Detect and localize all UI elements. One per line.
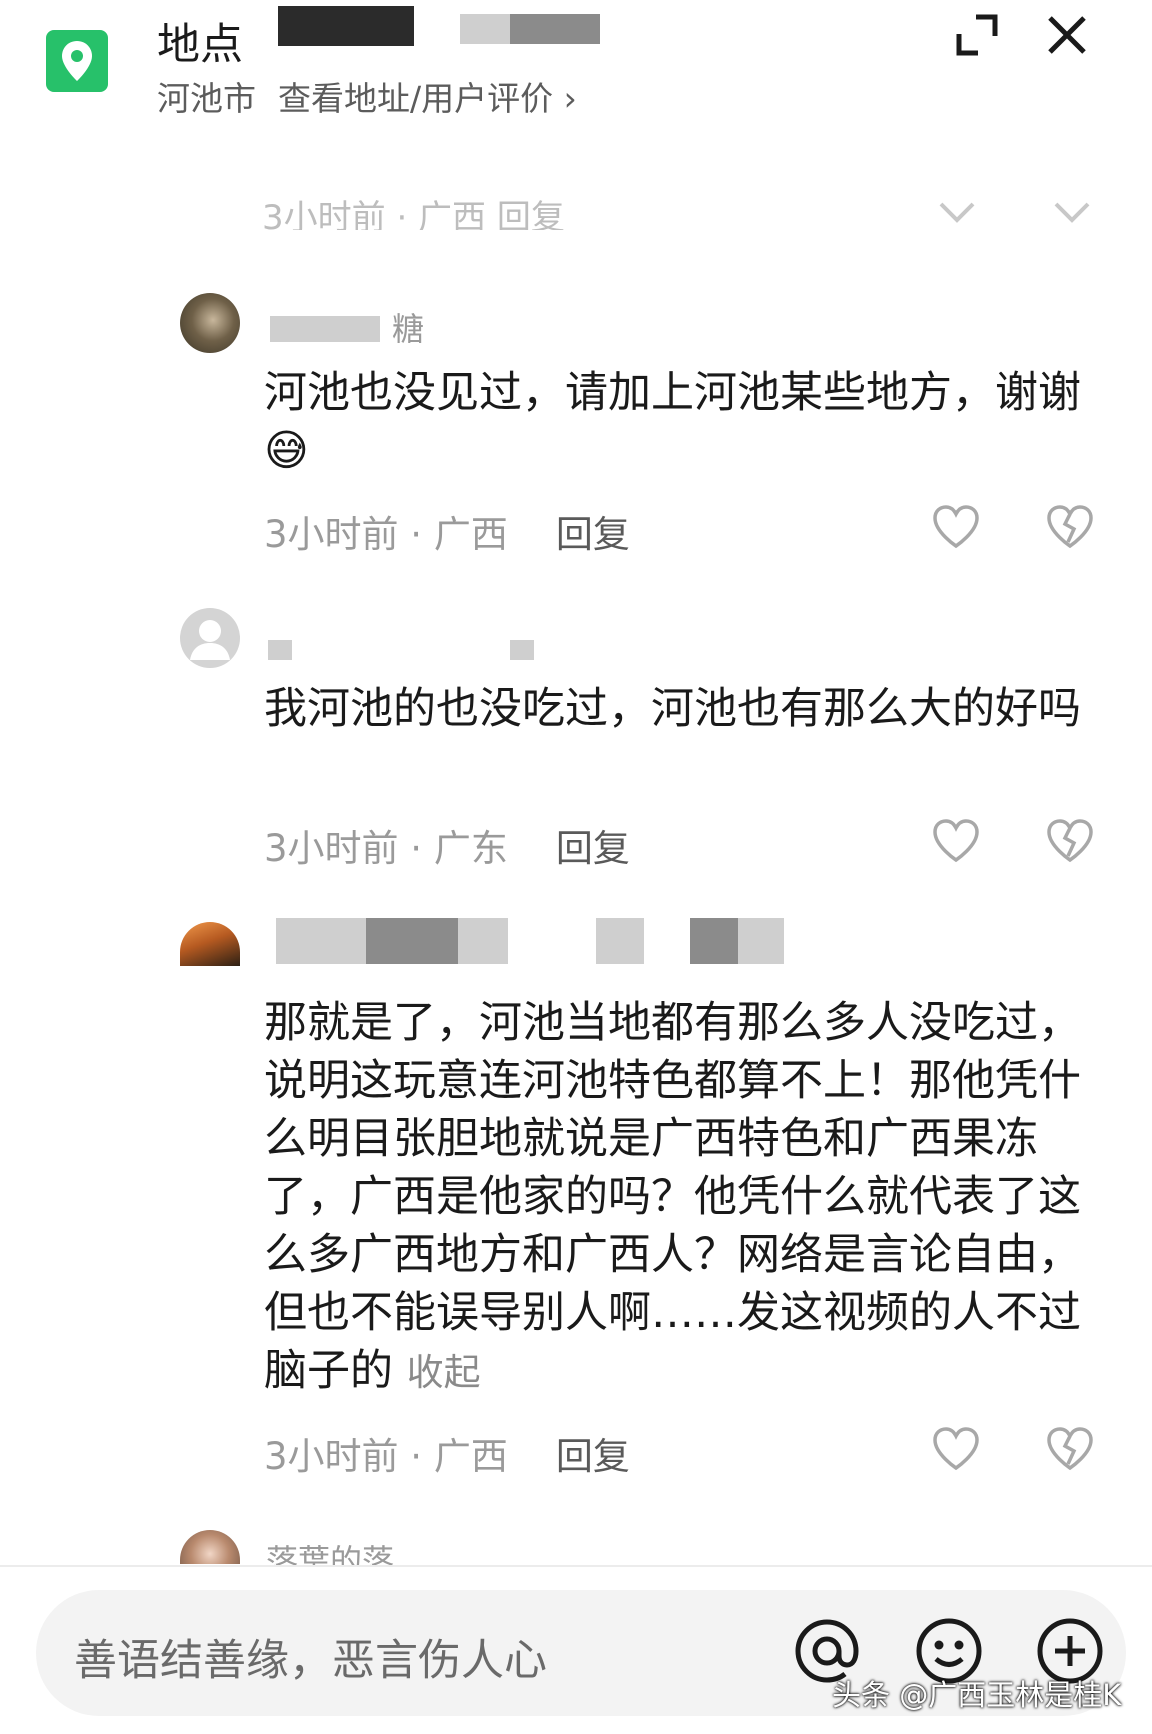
comment-username: 糖 xyxy=(392,310,425,348)
comment-meta: 3小时前 · 广西 回复 xyxy=(264,513,630,556)
broken-heart-icon[interactable] xyxy=(1046,818,1094,864)
watermark: 头条 @广西玉林是桂K xyxy=(832,1678,1122,1712)
address-review-link[interactable]: 查看地址/用户评价 › xyxy=(278,79,577,118)
heart-icon[interactable] xyxy=(932,504,980,550)
redacted-location-name xyxy=(510,14,600,44)
broken-heart-icon[interactable] xyxy=(1046,1426,1094,1472)
location-pin-icon xyxy=(46,30,108,92)
avatar[interactable] xyxy=(180,1530,240,1564)
comment-time: 3小时前 xyxy=(264,513,399,556)
avatar[interactable] xyxy=(180,608,240,668)
reply-button[interactable]: 回复 xyxy=(556,1435,630,1478)
location-subtitle: 河池市 查看地址/用户评价 › xyxy=(157,72,577,120)
comment-input-placeholder[interactable]: 善语结善缘，恶言伤人心 xyxy=(74,1626,547,1688)
comment-time: 3小时前 xyxy=(264,827,399,870)
comment-text: 那就是了，河池当地都有那么多人没吃过，说明这玩意连河池特色都算不上！那他凭什么明… xyxy=(264,994,1084,1402)
redacted-username xyxy=(690,918,738,964)
comment-text: 我河池的也没吃过，河池也有那么大的好吗 xyxy=(264,684,1081,734)
comment-username-text: 落葉的落 xyxy=(266,1542,395,1565)
heart-icon[interactable] xyxy=(932,818,980,864)
broken-heart-icon[interactable] xyxy=(1046,504,1094,550)
close-icon[interactable] xyxy=(1040,8,1094,62)
comment-text: 河池也没见过，请加上河池某些地方，谢谢😅 xyxy=(264,368,1081,476)
redacted-username xyxy=(596,918,644,964)
comment-meta: 3小时前 · 广东 回复 xyxy=(264,827,630,870)
redacted-username xyxy=(738,918,784,964)
city-label: 河池市 xyxy=(157,79,256,118)
redacted-username xyxy=(510,640,534,660)
collapse-link[interactable]: 收起 xyxy=(407,1351,481,1394)
avatar[interactable] xyxy=(180,293,240,353)
heart-icon[interactable] xyxy=(932,1426,980,1472)
comment-username: 落葉的落 xyxy=(266,1536,394,1565)
avatar[interactable] xyxy=(180,922,240,966)
heart-icon xyxy=(937,200,977,228)
redacted-location-name xyxy=(278,6,414,46)
comment-region: 广西 xyxy=(433,1435,508,1478)
redacted-username xyxy=(268,640,292,660)
comment-time: 3小时前 xyxy=(264,1435,399,1478)
reply-button[interactable]: 回复 xyxy=(556,513,630,556)
comment-text-content: 那就是了，河池当地都有那么多人没吃过，说明这玩意连河池特色都算不上！那他凭什么明… xyxy=(264,998,1081,1396)
redacted-username xyxy=(276,918,366,964)
location-header: 地点 河池市 查看地址/用户评价 › xyxy=(0,0,1152,130)
divider xyxy=(0,1565,1152,1567)
location-title: 地点 xyxy=(157,20,243,70)
redacted-username xyxy=(458,918,508,964)
comment-region: 广东 xyxy=(433,827,508,870)
broken-heart-icon xyxy=(1052,200,1092,228)
redacted-location-name xyxy=(460,14,510,44)
expand-icon[interactable] xyxy=(950,8,1004,62)
redacted-username xyxy=(366,918,458,964)
comment-region: 广西 xyxy=(433,513,508,556)
comment-meta: 3小时前 · 广西 回复 xyxy=(264,1435,630,1478)
reply-button[interactable]: 回复 xyxy=(556,827,630,870)
previous-comment-meta: 3小时前 · 广西 回复 xyxy=(262,198,565,230)
redacted-username xyxy=(270,316,380,342)
